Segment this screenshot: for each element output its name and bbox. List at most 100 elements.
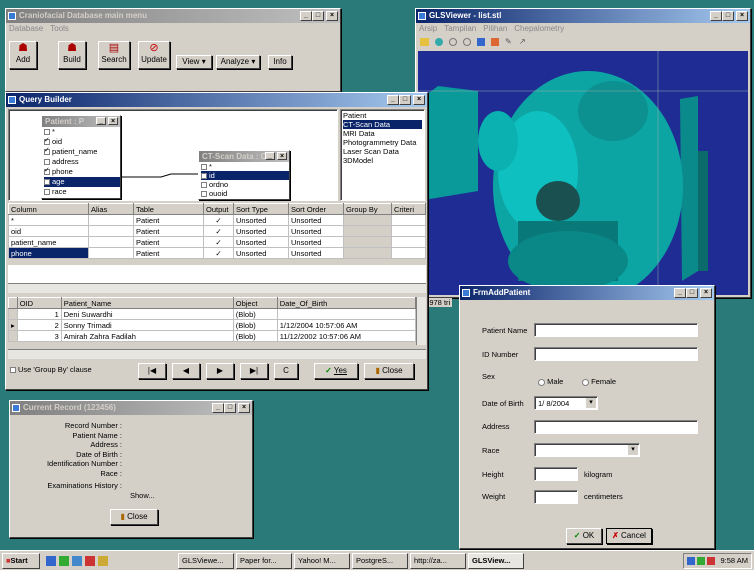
grid-cell[interactable]: 11/12/2002 10:57:06 AM [276, 330, 417, 342]
chart-icon[interactable] [477, 38, 485, 46]
field-checkbox[interactable] [44, 179, 50, 186]
field-checkbox[interactable] [44, 146, 50, 156]
field-item[interactable]: * [201, 162, 289, 171]
color-icon[interactable] [491, 38, 499, 46]
ie-icon[interactable] [46, 555, 56, 566]
field-item[interactable]: age [44, 177, 120, 187]
grid-cell[interactable]: 3 [16, 330, 62, 342]
ok-button[interactable]: ✓ OK [566, 528, 602, 544]
criteria-grid[interactable]: Column Alias Table Output Sort Type Sort… [8, 203, 426, 259]
close-button[interactable]: × [736, 11, 748, 21]
sphere-icon[interactable] [435, 38, 443, 46]
address-input[interactable] [534, 420, 698, 434]
grid-cell[interactable] [343, 225, 392, 237]
close-record-button[interactable]: ▮ Close [110, 509, 158, 525]
close-button[interactable]: × [413, 95, 425, 105]
field-checkbox[interactable] [44, 129, 50, 136]
field-checkbox[interactable] [44, 159, 50, 166]
grid-cell[interactable]: Deni Suwardhi [60, 308, 234, 320]
table-row[interactable]: patient_name Patient ✓ Unsorted Unsorted [8, 236, 426, 248]
field-checkbox[interactable] [201, 191, 207, 198]
taskbar-item-active[interactable]: GLSView... [468, 552, 524, 569]
grid-cell[interactable] [88, 247, 134, 259]
taskbar-item[interactable]: Paper for... [236, 552, 292, 569]
minimize-button[interactable]: _ [212, 403, 224, 413]
field-item[interactable]: * [44, 127, 120, 137]
grid-cell[interactable]: Patient [133, 214, 204, 226]
close-button[interactable]: × [277, 152, 287, 160]
taskbar-item[interactable]: GLSViewe... [178, 552, 234, 569]
close-query-button[interactable]: ▮ Close [364, 363, 414, 379]
menu-tools[interactable]: Tools [50, 23, 69, 35]
grid-cell[interactable]: 1/12/2004 10:57:06 AM [276, 319, 417, 331]
maximize-button[interactable]: □ [312, 11, 324, 21]
analyze-button[interactable]: Analyze ▾ [216, 55, 260, 69]
weight-input[interactable] [534, 490, 578, 504]
taskbar-item[interactable]: Yahoo! M... [294, 552, 350, 569]
grid-cell[interactable]: Unsorted [233, 225, 289, 237]
results-vscrollbar[interactable] [416, 297, 426, 345]
tray-icon[interactable] [687, 556, 696, 565]
next-record-button[interactable]: ▶ [206, 363, 234, 379]
grid-cell[interactable]: Amirah Zahra Fadilah [60, 330, 234, 342]
field-checkbox[interactable] [44, 166, 50, 176]
field-checkbox[interactable] [201, 164, 207, 171]
id-number-input[interactable] [534, 347, 698, 361]
taskbar-item[interactable]: http://za... [410, 552, 466, 569]
globe-icon[interactable] [463, 38, 471, 46]
grid-cell[interactable] [88, 225, 134, 237]
open-folder-icon[interactable] [420, 38, 429, 46]
grid-cell[interactable]: 2 [16, 319, 62, 331]
dropdown-arrow-icon[interactable]: ▾ [628, 445, 638, 455]
build-button[interactable]: ☗ Build [58, 41, 86, 69]
info-button[interactable]: Info [268, 55, 292, 69]
yes-button[interactable]: ✓ Yes [314, 363, 358, 379]
viewer-canvas[interactable] [418, 51, 748, 295]
menu-pilihan[interactable]: Pilihan [483, 23, 507, 35]
table-list-item[interactable]: Photogrammetry Data [343, 138, 422, 147]
grid-header[interactable]: Column [8, 203, 89, 215]
ct-scan-table-box[interactable]: CT-Scan Data : C _ × * id ordno ouoid [198, 150, 290, 200]
maximize-button[interactable]: □ [722, 11, 734, 21]
grid-header[interactable]: OID [16, 297, 62, 309]
table-list-item[interactable]: Patient [343, 111, 422, 120]
add-button[interactable]: ☗ Add [9, 41, 37, 69]
cancel-button[interactable]: ✗ Cancel [606, 528, 652, 544]
grid-cell[interactable]: Unsorted [288, 214, 344, 226]
race-select[interactable]: ▾ [534, 443, 640, 457]
grid-cell[interactable]: Unsorted [288, 236, 344, 248]
field-item[interactable]: phone [44, 166, 120, 177]
grid-cell[interactable]: Unsorted [233, 247, 289, 259]
grid-cell[interactable] [343, 236, 392, 248]
results-grid[interactable]: OID Patient_Name Object Date_Of_Birth 1D… [8, 297, 417, 342]
tray-icon[interactable] [707, 556, 716, 565]
field-item[interactable]: race [44, 187, 120, 197]
table-list-item[interactable]: Laser Scan Data [343, 147, 422, 156]
desktop-icon[interactable] [72, 555, 82, 566]
search-button[interactable]: ▤ Search [98, 41, 130, 69]
grid-header[interactable]: Date_Of_Birth [276, 297, 417, 309]
grid-scrollbar[interactable] [8, 283, 426, 293]
maximize-button[interactable]: □ [224, 403, 236, 413]
taskbar-item[interactable]: PostgreS... [352, 552, 408, 569]
update-button[interactable]: ⊘ Update [138, 41, 170, 69]
field-checkbox[interactable] [44, 189, 50, 196]
patient-table-box[interactable]: Patient : P _× * oid patient_name addres… [41, 115, 121, 199]
table-row[interactable]: oid Patient ✓ Unsorted Unsorted [8, 225, 426, 237]
grid-cell[interactable]: Sonny Trimadi [60, 319, 234, 331]
close-button[interactable]: × [238, 403, 250, 413]
table-row[interactable]: 1 Deni Suwardhi (Blob) [8, 308, 417, 320]
prev-record-button[interactable]: ◀ [172, 363, 200, 379]
current-record-titlebar[interactable]: Current Record (123456) _ □ × [10, 401, 252, 415]
clock[interactable]: 9:58 AM [720, 556, 748, 565]
show-link[interactable]: Show... [130, 491, 155, 500]
grid-cell[interactable]: Unsorted [288, 225, 344, 237]
start-button[interactable]: ■Start [2, 552, 40, 569]
table-row[interactable]: 3 Amirah Zahra Fadilah (Blob) 11/12/2002 10… [8, 330, 417, 342]
pointer-icon[interactable]: ↗ [519, 38, 527, 46]
pencil-icon[interactable]: ✎ [505, 38, 513, 46]
grid-cell[interactable] [391, 247, 426, 259]
grid-header[interactable]: Sort Order [288, 203, 344, 215]
female-radio[interactable]: Female [582, 377, 616, 386]
view-button[interactable]: View ▾ [176, 55, 212, 69]
